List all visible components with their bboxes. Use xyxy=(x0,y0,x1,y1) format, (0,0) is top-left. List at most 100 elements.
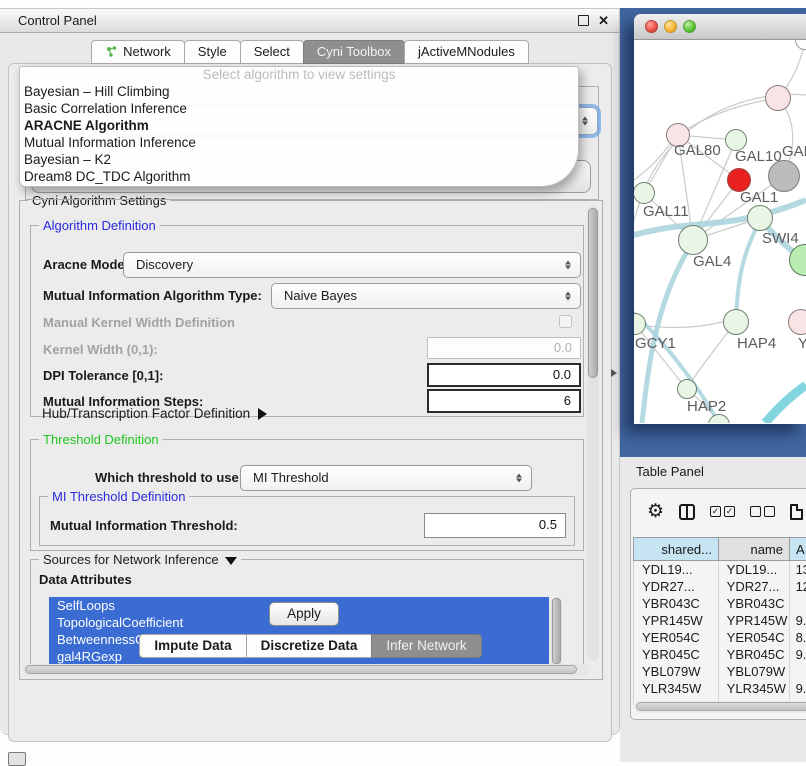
table-cell: YPR145W xyxy=(634,612,719,629)
control-panel-titlebar: Control Panel ✕ xyxy=(0,9,619,33)
table-panel: Table Panel ⚙ ✓✓ shared... name A YDL19.… xyxy=(620,457,806,762)
table-cell: YBR043C xyxy=(719,595,790,612)
table-row[interactable]: YDL19...YDL19...13 xyxy=(634,561,806,578)
aracne-mode-label: Aracne Mode: xyxy=(43,257,129,272)
tab-impute-data[interactable]: Impute Data xyxy=(139,634,246,658)
hub-definition-toggle[interactable]: Hub/Transcription Factor Definition xyxy=(42,406,267,421)
kernel-width-label: Kernel Width (0,1): xyxy=(43,342,158,357)
hub-definition-label: Hub/Transcription Factor Definition xyxy=(42,406,250,421)
which-threshold-select[interactable]: MI Threshold xyxy=(240,465,532,491)
sources-toggle[interactable]: Sources for Network Inference xyxy=(39,552,241,567)
table-row[interactable]: YER054CYER054C8. xyxy=(634,629,806,646)
table-row[interactable]: YDR27...YDR27...12 xyxy=(634,578,806,595)
scrollbar-thumb[interactable] xyxy=(25,665,577,674)
gear-icon[interactable]: ⚙ xyxy=(647,502,664,521)
column-header[interactable]: shared... xyxy=(633,537,719,561)
apply-button[interactable]: Apply xyxy=(269,602,339,626)
network-node-gal11[interactable] xyxy=(634,182,655,204)
float-window-icon[interactable] xyxy=(578,15,589,26)
table-row[interactable]: YBR043CYBR043C xyxy=(634,595,806,612)
table-cell: YER054C xyxy=(719,629,790,646)
table-cell: YBR045C xyxy=(719,646,790,663)
zoom-traffic-light-icon[interactable] xyxy=(683,20,696,33)
manual-kernel-checkbox[interactable] xyxy=(559,315,572,328)
sources-title: Sources for Network Inference xyxy=(43,552,219,567)
close-traffic-light-icon[interactable] xyxy=(645,20,658,33)
table-row[interactable]: YBR045CYBR045C9. xyxy=(634,646,806,663)
cyni-toolbox-panel: Inference Algorithm gal-filtered sif def… xyxy=(8,63,612,742)
minimize-traffic-light-icon[interactable] xyxy=(664,20,677,33)
mi-algorithm-type-select[interactable]: Naive Bayes xyxy=(271,283,581,309)
close-icon[interactable]: ✕ xyxy=(598,14,609,27)
algorithm-dropdown-list: Select algorithm to view settings Bayesi… xyxy=(19,66,579,187)
minimized-window-icon[interactable] xyxy=(8,752,26,766)
threshold-definition-group: Threshold Definition Which threshold to … xyxy=(30,439,584,551)
columns-icon[interactable] xyxy=(679,504,695,520)
node-label: GAL80 xyxy=(674,142,721,159)
mi-threshold-field[interactable]: 0.5 xyxy=(424,513,566,538)
network-icon xyxy=(105,45,118,58)
table-cell: 9. xyxy=(790,680,806,697)
table-header-row: shared... name A xyxy=(633,537,806,561)
combo-spinner-icon xyxy=(565,292,571,301)
table-row[interactable]: YPR145WYPR145W9. xyxy=(634,612,806,629)
tab-infer-network[interactable]: Infer Network xyxy=(371,634,481,658)
tab-label: jActiveMNodules xyxy=(418,44,515,59)
scrollbar-thumb[interactable] xyxy=(636,702,806,711)
scrollbar-thumb[interactable] xyxy=(588,208,598,378)
manual-kernel-label: Manual Kernel Width Definition xyxy=(43,315,235,330)
network-node-gal4[interactable] xyxy=(678,225,708,255)
tab-cyni-toolbox[interactable]: Cyni Toolbox xyxy=(303,40,405,64)
network-node-gal[interactable] xyxy=(765,85,791,111)
which-threshold-label: Which threshold to use: xyxy=(95,470,243,485)
node-table: shared... name A YDL19...YDL19...13 YDR2… xyxy=(633,537,806,705)
mouse-cursor xyxy=(611,369,617,377)
data-attributes-label: Data Attributes xyxy=(39,572,132,587)
dropdown-item[interactable]: Bayesian – K2 xyxy=(20,151,578,168)
settings-horizontal-scrollbar[interactable] xyxy=(23,664,589,676)
dpi-tolerance-field[interactable]: 0.0 xyxy=(427,363,581,387)
table-cell: YBR043C xyxy=(634,595,719,612)
node-label: GAL xyxy=(782,143,806,160)
table-cell: YDL19... xyxy=(719,561,790,578)
deselect-all-checkboxes-icon[interactable] xyxy=(750,506,775,517)
selected-value: Naive Bayes xyxy=(284,288,357,303)
network-node-gal1[interactable] xyxy=(747,205,773,231)
dpi-tolerance-label: DPI Tolerance [0,1]: xyxy=(43,368,163,383)
table-cell: 9. xyxy=(790,612,806,629)
dropdown-item[interactable]: Mutual Information Inference xyxy=(20,134,578,151)
window-title: Control Panel xyxy=(18,13,578,28)
tab-jactivemnodules[interactable]: jActiveMNodules xyxy=(404,40,529,64)
combo-spinner-icon xyxy=(582,117,588,126)
network-node-hap2[interactable] xyxy=(677,379,697,399)
file-icon[interactable] xyxy=(790,504,803,520)
tab-label: Style xyxy=(198,44,227,59)
table-cell: 13 xyxy=(790,561,806,578)
mi-threshold-group: MI Threshold Definition Mutual Informati… xyxy=(39,496,575,546)
network-node-hap4[interactable] xyxy=(723,309,749,335)
tab-discretize-data[interactable]: Discretize Data xyxy=(246,634,373,658)
tab-select[interactable]: Select xyxy=(240,40,304,64)
table-row[interactable]: YLR345WYLR345W9. xyxy=(634,680,806,697)
mi-steps-field[interactable]: 6 xyxy=(427,389,581,413)
combo-spinner-icon xyxy=(565,261,571,270)
aracne-mode-select[interactable]: Discovery xyxy=(123,252,581,278)
tab-style[interactable]: Style xyxy=(184,40,241,64)
kernel-width-field[interactable]: 0.0 xyxy=(427,337,581,359)
dropdown-item-aracne[interactable]: ARACNE Algorithm xyxy=(20,117,578,134)
table-row[interactable]: YBL079WYBL079W xyxy=(634,663,806,680)
tab-network[interactable]: Network xyxy=(91,40,185,64)
dropdown-placeholder: Select algorithm to view settings xyxy=(20,67,578,83)
network-canvas[interactable]: GAL GAL80 GAL10 GAL1 GAL11 SWI4 GAL4 GCY… xyxy=(634,40,806,423)
select-all-checkboxes-icon[interactable]: ✓✓ xyxy=(710,506,735,517)
column-header[interactable]: A xyxy=(789,537,806,561)
table-horizontal-scrollbar[interactable] xyxy=(634,701,806,713)
settings-vertical-scrollbar[interactable] xyxy=(587,206,599,661)
node-label: HAP4 xyxy=(737,335,776,352)
dropdown-item[interactable]: Bayesian – Hill Climbing xyxy=(20,83,578,100)
column-header[interactable]: name xyxy=(718,537,790,561)
table-cell xyxy=(790,663,806,680)
table-cell: YBL079W xyxy=(634,663,719,680)
dropdown-item[interactable]: Dream8 DC_TDC Algorithm xyxy=(20,168,578,185)
dropdown-item[interactable]: Basic Correlation Inference xyxy=(20,100,578,117)
